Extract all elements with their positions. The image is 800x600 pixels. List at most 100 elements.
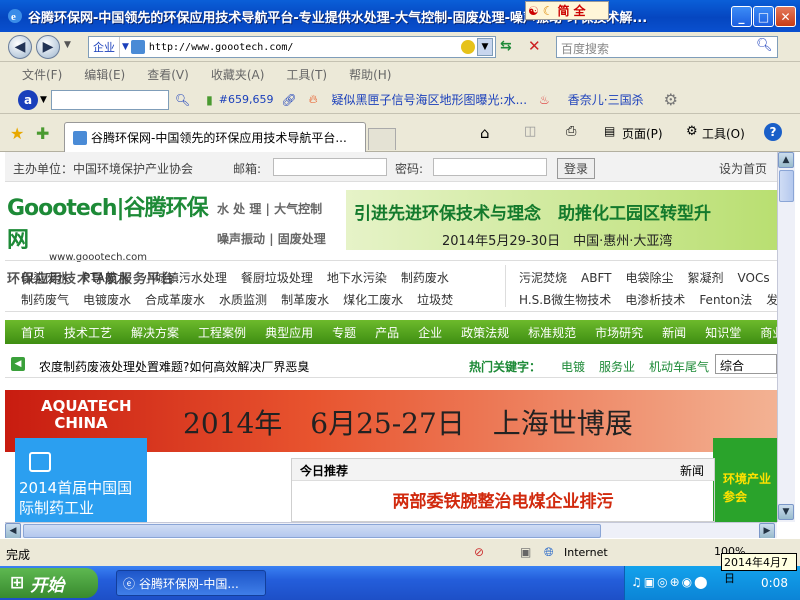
help-icon[interactable]: ? <box>764 123 782 141</box>
scroll-up-button[interactable]: ▲ <box>778 152 794 168</box>
tech-link[interactable]: 电袋除尘 <box>625 271 673 285</box>
ime-toolbar[interactable]: ☯ ☾ 简 全 <box>525 1 609 20</box>
nav-tech[interactable]: 技术工艺 <box>64 324 112 341</box>
news-more-link[interactable]: 新闻 <box>680 462 704 479</box>
nav-home[interactable]: 首页 <box>21 324 45 341</box>
menu-view[interactable]: 查看(V) <box>147 66 189 83</box>
aol-icon[interactable]: a <box>18 89 38 110</box>
history-dropdown-icon[interactable]: ▼ <box>64 40 71 50</box>
zone-label[interactable]: 企业 <box>89 37 120 57</box>
cat-link[interactable]: 水质监测 <box>219 293 267 307</box>
title-bar[interactable]: e 谷腾环保网-中国领先的环保应用技术导航平台-专业提供水处理-大气控制-固废处… <box>0 0 800 32</box>
env-industry-ad[interactable]: 环境产业参会 <box>713 438 777 522</box>
favorites-star-icon[interactable]: ★ <box>10 124 24 143</box>
close-button[interactable]: ✕ <box>775 6 796 27</box>
hot-keyword[interactable]: 服务业 <box>599 358 635 375</box>
menu-file[interactable]: 文件(F) <box>22 66 62 83</box>
vertical-scroll-thumb[interactable] <box>779 170 794 202</box>
cat-link[interactable]: 制药废气 <box>21 293 69 307</box>
tech-link[interactable]: VOCs <box>738 271 770 285</box>
cat-link[interactable]: 餐厨垃圾处理 <box>241 271 313 285</box>
tech-link[interactable]: 絮凝剂 <box>688 271 724 285</box>
cat-link[interactable]: 煤化工废水 <box>343 293 403 307</box>
channel-noise[interactable]: 噪声振动 <box>217 232 265 246</box>
nav-standards[interactable]: 标准规范 <box>528 324 576 341</box>
settings-gear-icon[interactable]: ⚙ <box>664 90 678 109</box>
tech-link[interactable]: 电渗析技术 <box>625 293 685 307</box>
tab-active[interactable]: 谷腾环保网-中国领先的环保应用技术导航平台... <box>64 122 366 152</box>
nav-companies[interactable]: 企业 <box>418 324 442 341</box>
cat-link[interactable]: 地下水污染 <box>327 271 387 285</box>
minimize-button[interactable]: _ <box>731 6 752 27</box>
nav-news[interactable]: 新闻 <box>662 324 686 341</box>
pharma-expo-ad[interactable]: 2014首届中国国际制药工业 <box>15 438 147 522</box>
feeds-icon[interactable]: ◫ <box>524 124 536 139</box>
address-bar[interactable]: 企业 ▼ http://www.goootech.com/ ▼ <box>88 36 496 58</box>
vertical-scrollbar[interactable]: ▲ ▼ <box>777 152 795 522</box>
tech-link[interactable]: Fenton法 <box>699 293 752 307</box>
channel-water[interactable]: 水 处 理 <box>217 202 261 216</box>
hot-keyword[interactable]: 电镀 <box>561 358 585 375</box>
rss-plus-icon[interactable] <box>461 40 475 54</box>
channel-air[interactable]: 大气控制 <box>274 202 322 216</box>
aol-dropdown-icon[interactable]: ▼ <box>40 95 47 105</box>
ime-mode[interactable]: 简 <box>558 2 570 19</box>
menu-help[interactable]: 帮助(H) <box>349 66 391 83</box>
notice-ticker[interactable]: 农度制药废液处理处置难题?如何高效解决厂界恶臭 <box>39 358 311 375</box>
nav-business[interactable]: 商业机会 <box>760 324 777 341</box>
tech-link[interactable]: 发 <box>766 293 777 307</box>
cat-link[interactable]: 合成革废水 <box>145 293 205 307</box>
taskbar-ie-window[interactable]: ⓔ 谷腾环保网-中国... <box>116 570 266 596</box>
cat-link[interactable]: PTA废水 <box>83 271 129 285</box>
scroll-left-button[interactable]: ◀ <box>5 523 21 539</box>
home-icon[interactable]: ⌂ <box>480 124 490 142</box>
menu-tools[interactable]: 工具(T) <box>286 66 327 83</box>
security-icon[interactable]: ▣ <box>520 545 531 559</box>
toolbar-search-input[interactable] <box>50 89 169 110</box>
cat-link[interactable]: 电镀废水 <box>83 293 131 307</box>
set-homepage-link[interactable]: 设为首页 <box>719 160 767 177</box>
url-input[interactable]: http://www.goootech.com/ <box>149 42 461 53</box>
nav-topics[interactable]: 专题 <box>332 324 356 341</box>
cat-link[interactable]: 垃圾焚 <box>417 293 453 307</box>
nav-market[interactable]: 市场研究 <box>595 324 643 341</box>
cat-link[interactable]: 印染废水 <box>21 271 69 285</box>
zone-dropdown-icon[interactable]: ▼ <box>120 42 131 52</box>
stop-icon[interactable]: ✕ <box>528 37 541 55</box>
popup-blocked-icon[interactable]: ⊘ <box>474 545 484 559</box>
weather-icon[interactable]: ♨ <box>539 93 550 107</box>
nav-solutions[interactable]: 解决方案 <box>131 324 179 341</box>
search-type-select[interactable]: 综合 <box>715 354 777 374</box>
nav-policy[interactable]: 政策法规 <box>461 324 509 341</box>
weather-link[interactable]: 香奈儿·三国杀 <box>568 91 644 108</box>
forum-banner[interactable]: 引进先进环保技术与理念 助推化工园区转型升 2014年5月29-30日 中国·惠… <box>346 190 777 250</box>
search-input[interactable]: 百度搜索 <box>556 36 778 58</box>
clock[interactable]: 0:08 <box>761 576 788 590</box>
cat-link[interactable]: 小城镇污水处理 <box>143 271 227 285</box>
page-menu[interactable]: 页面(P) <box>622 125 663 142</box>
ime-width[interactable]: 全 <box>574 2 586 19</box>
news-ticker-link[interactable]: 疑似黑匣子信号海区地形图曝光:水... <box>332 91 528 108</box>
horizontal-scroll-thumb[interactable] <box>23 524 601 538</box>
password-field[interactable] <box>433 158 547 176</box>
nav-cases[interactable]: 工程案例 <box>198 324 246 341</box>
refresh-icon[interactable]: ⇆ <box>500 38 512 54</box>
flame-icon[interactable]: 🔥︎ <box>309 92 318 107</box>
toolbar-search-icon[interactable]: 🔍︎ <box>175 93 190 107</box>
address-dropdown-icon[interactable]: ▼ <box>477 38 493 56</box>
hot-keyword[interactable]: 机动车尾气 <box>649 358 709 375</box>
maximize-button[interactable]: □ <box>753 6 774 27</box>
tray-icons[interactable]: ♫▣◎⊕◉⬤ <box>631 575 710 589</box>
add-favorite-icon[interactable]: ✚ <box>36 124 49 143</box>
scroll-down-button[interactable]: ▼ <box>778 504 794 520</box>
tech-link[interactable]: ABFT <box>581 271 611 285</box>
headline-link[interactable]: 两部委铁腕整治电煤企业排污 <box>292 487 714 512</box>
site-logo[interactable]: Goootech|谷腾环保网 www.goootech.com 环保应用技术导航… <box>7 190 212 287</box>
nav-knowledge[interactable]: 知识堂 <box>705 324 741 341</box>
menu-edit[interactable]: 编辑(E) <box>84 66 125 83</box>
channel-waste[interactable]: 固废处理 <box>278 232 326 246</box>
email-field[interactable] <box>273 158 387 176</box>
tools-menu[interactable]: 工具(O) <box>702 125 745 142</box>
search-icon[interactable]: 🔍︎ <box>756 38 773 53</box>
login-button[interactable]: 登录 <box>557 158 596 179</box>
